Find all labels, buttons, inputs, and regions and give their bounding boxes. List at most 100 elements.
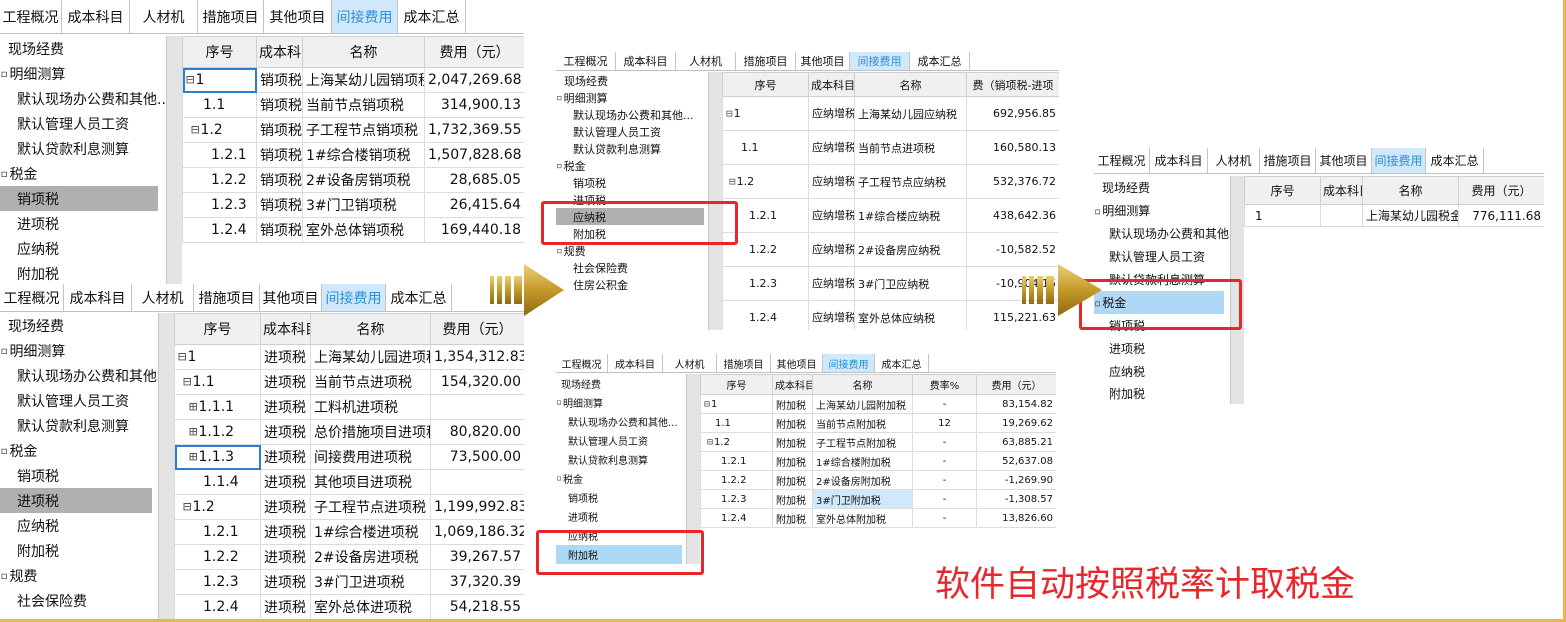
cell-subject[interactable]: 进项税 (260, 519, 311, 545)
cell-subject[interactable]: 附加税 (772, 508, 813, 528)
cell-name[interactable]: 总价措施项目进项税 (310, 419, 431, 445)
cell-amount[interactable]: 19,269.62 (976, 413, 1056, 433)
cell-amount[interactable] (430, 394, 524, 420)
cell-name[interactable]: 子工程节点附加税 (812, 432, 913, 452)
tree-node[interactable]: 现场经费 (556, 72, 704, 89)
cell-rate[interactable]: - (912, 451, 977, 471)
tree-node[interactable]: 默认贷款利息测算 (556, 140, 704, 157)
col-header[interactable]: 费率% (912, 374, 977, 395)
cell-amount[interactable]: 39,267.57 (430, 544, 524, 570)
cell-name[interactable]: 当前节点进项税 (854, 130, 967, 165)
col-header[interactable]: 序号 (182, 36, 257, 68)
tree-toggle-icon[interactable]: ⊞ (189, 424, 197, 440)
cell-name[interactable]: 上海某幼儿园进项税 (310, 344, 431, 370)
tab-cost-summary[interactable]: 成本汇总 (386, 284, 452, 311)
cell-amount[interactable]: 1,069,186.32 (430, 519, 524, 545)
tree-toggle-icon[interactable]: ▫ (0, 568, 8, 584)
tree-toggle-icon[interactable]: ⊞ (189, 399, 197, 415)
cell-subject[interactable]: 销项税 (256, 192, 303, 218)
cell-amount[interactable]: 1,354,312.83 (430, 344, 524, 370)
tab-indirect-costs[interactable]: 间接费用 (850, 52, 910, 70)
cell-name[interactable]: 2#设备房销项税 (302, 167, 425, 193)
cell-name[interactable]: 上海某幼儿园税金 (1362, 204, 1459, 227)
table-row[interactable]: ⊟1 进项税 上海某幼儿园进项税 1,354,312.83 (174, 344, 524, 370)
tab-indirect-costs[interactable]: 间接费用 (332, 0, 398, 33)
cell-name[interactable]: 3#门卫应纳税 (854, 266, 967, 301)
cell-name[interactable]: 子工程节点销项税 (302, 117, 425, 143)
col-header[interactable]: 费用（元） (424, 36, 524, 68)
col-header[interactable]: 成本科目 (772, 374, 813, 395)
cell-name[interactable]: 上海某幼儿园附加税 (812, 394, 913, 414)
tab-labor-material-machine[interactable]: 人材机 (676, 52, 736, 70)
tree-toggle-icon[interactable]: ▫ (556, 91, 563, 104)
cell-amount[interactable]: 438,642.36 (966, 198, 1059, 233)
table-row[interactable]: 1.2.1 进项税 1#综合楼进项税 1,069,186.32 (174, 519, 524, 545)
tree-node[interactable]: 销项税 (556, 174, 704, 191)
col-header[interactable]: 费用（元） (430, 313, 524, 345)
tab-labor-material-machine[interactable]: 人材机 (663, 354, 717, 372)
cell-amount[interactable]: 1,732,369.55 (424, 117, 524, 143)
row-index[interactable]: 1.2.2 (182, 167, 257, 193)
cell-amount[interactable]: 1,199,992.83 (430, 494, 524, 520)
cell-rate[interactable]: - (912, 489, 977, 509)
tab-project-overview[interactable]: 工程概况 (556, 52, 616, 70)
tree-node[interactable]: 应纳税 (0, 236, 158, 261)
tree-node[interactable]: 进项税 (556, 507, 682, 526)
cell-subject[interactable]: 进项税 (260, 494, 311, 520)
cell-amount[interactable]: 83,154.82 (976, 394, 1056, 414)
cell-name[interactable]: 2#设备房附加税 (812, 470, 913, 490)
row-index[interactable]: 1.2.4 (722, 300, 809, 330)
row-index[interactable]: ⊞1.1.2 (174, 419, 261, 445)
cell-amount[interactable]: 2,047,269.68 (424, 67, 524, 93)
col-header[interactable]: 费（销项税-进项 (966, 72, 1059, 97)
cell-subject[interactable]: 附加税 (772, 451, 813, 471)
table-row[interactable]: 1.2.4 进项税 室外总体进项税 54,218.55 (174, 594, 524, 620)
tab-other-items[interactable]: 其他项目 (260, 284, 322, 311)
cell-subject[interactable]: 应纳增税值 (808, 198, 855, 233)
tree-node[interactable]: 进项税 (0, 211, 158, 236)
tab-cost-summary[interactable]: 成本汇总 (398, 0, 466, 33)
cell-subject[interactable]: 应纳增税值 (808, 266, 855, 301)
table-row[interactable]: 1.1 销项税 当前节点销项税 314,900.13 (182, 92, 524, 118)
row-index[interactable]: ⊞1.1.3 (174, 444, 261, 470)
row-index[interactable]: ⊟1.2 (722, 164, 809, 199)
tree-node[interactable]: ▫ 规费 (0, 563, 152, 588)
tree-toggle-icon[interactable]: ▫ (556, 473, 562, 484)
tab-indirect-costs[interactable]: 间接费用 (1372, 148, 1426, 173)
table-row[interactable]: 1.2.3 应纳增税值 3#门卫应纳税 -10,904.15 (722, 266, 1059, 301)
tab-measures[interactable]: 措施项目 (717, 354, 771, 372)
cell-name[interactable]: 1#综合楼进项税 (310, 519, 431, 545)
cell-subject[interactable]: 销项税 (256, 67, 303, 93)
tab-cost-summary[interactable]: 成本汇总 (1426, 148, 1484, 173)
tree-node[interactable]: 默认现场办公费和其他... (0, 86, 170, 111)
cell-subject[interactable]: 附加税 (772, 489, 813, 509)
cell-amount[interactable]: 28,685.05 (424, 167, 524, 193)
tree-node[interactable]: 默认现场办公费和其他... (1094, 222, 1240, 245)
cell-amount[interactable]: 37,320.39 (430, 569, 524, 595)
table-row[interactable]: 1.2.1 销项税 1#综合楼销项税 1,507,828.68 (182, 142, 524, 168)
row-index[interactable]: 1.2.4 (182, 217, 257, 243)
cell-subject[interactable]: 附加税 (772, 470, 813, 490)
row-index[interactable]: 1.2.3 (700, 489, 773, 509)
cell-name[interactable]: 间接费用进项税 (310, 444, 431, 470)
tree-toggle-icon[interactable]: ▫ (556, 244, 563, 257)
cell-name[interactable]: 其他项目进项税 (310, 469, 431, 495)
tab-indirect-costs[interactable]: 间接费用 (823, 354, 875, 372)
tab-other-items[interactable]: 其他项目 (264, 0, 332, 33)
cell-name[interactable]: 3#门卫销项税 (302, 192, 425, 218)
tree-node[interactable]: 附加税 (0, 261, 158, 284)
tab-measures[interactable]: 措施项目 (736, 52, 796, 70)
table-row[interactable]: 1.2.4 应纳增税值 室外总体应纳税 115,221.63 (722, 300, 1059, 330)
tree-node-selected[interactable]: 销项税 (0, 186, 158, 211)
table-row[interactable]: 1.1 附加税 当前节点附加税 12 19,269.62 (700, 413, 1056, 433)
cell-name[interactable]: 工料机进项税 (310, 394, 431, 420)
tree-node[interactable]: 销项税 (556, 488, 682, 507)
tree-node-selected[interactable]: 进项税 (0, 488, 152, 513)
col-header[interactable]: 名称 (302, 36, 425, 68)
cell-subject[interactable]: 销项税 (256, 92, 303, 118)
tab-labor-material-machine[interactable]: 人材机 (132, 284, 194, 311)
tab-other-items[interactable]: 其他项目 (1316, 148, 1372, 173)
tree-node[interactable]: ▫ 明细测算 (0, 338, 152, 363)
row-index[interactable]: 1.2.1 (700, 451, 773, 471)
tree-toggle-icon[interactable]: ▫ (0, 166, 8, 182)
